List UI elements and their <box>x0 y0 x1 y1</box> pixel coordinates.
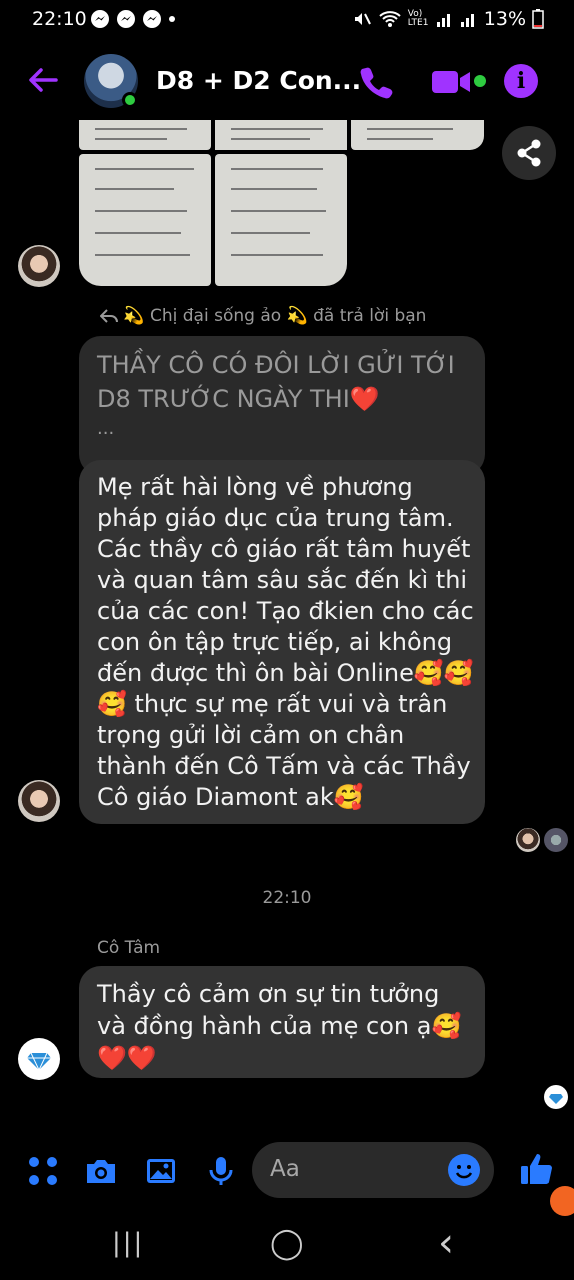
phone-icon[interactable] <box>358 64 394 100</box>
sender-avatar[interactable] <box>18 1038 60 1080</box>
online-indicator <box>122 92 138 108</box>
reply-note: 💫 Chị đại sống ảo 💫 đã trả lời bạn <box>99 306 427 326</box>
camera-icon[interactable] <box>84 1154 118 1188</box>
message-line: ❤️❤️ <box>97 1044 157 1072</box>
video-active-indicator <box>474 75 486 87</box>
chat-header: D8 + D2 Con... i <box>0 40 574 124</box>
message-bubble[interactable]: Thầy cô cảm ơn sự tin tưởng và đồng hành… <box>79 966 485 1078</box>
message-input[interactable]: Aa <box>252 1142 494 1198</box>
message-line: đến được thì ôn bài Online🥰🥰 <box>97 659 474 687</box>
seen-avatar <box>516 828 540 852</box>
status-bar: 22:10 Vo) LTE1 13% <box>0 0 574 40</box>
image-icon[interactable] <box>144 1154 178 1188</box>
microphone-icon[interactable] <box>204 1154 238 1188</box>
reply-note-text: Chị đại sống ảo 💫 đã trả lời bạn <box>149 306 427 326</box>
sender-name: Cô Tâm <box>97 938 161 958</box>
sender-avatar[interactable] <box>18 780 60 822</box>
recents-button[interactable]: ||| <box>112 1228 144 1258</box>
message-line: trọng gửi lời cảm on chân <box>97 721 405 749</box>
message-line: Các thầy cô giáo rất tâm huyết <box>97 535 471 563</box>
reply-note-prefix: 💫 <box>123 306 145 326</box>
seen-avatar <box>544 1085 568 1109</box>
quoted-line: THẦY CÔ CÓ ĐÔI LỜI GỬI TỚI <box>97 351 455 379</box>
quoted-line: D8 TRƯỚC NGÀY THI❤️ <box>97 382 467 416</box>
shared-photo[interactable] <box>79 154 211 286</box>
seen-receipts <box>516 828 568 852</box>
message-line: 🥰 thực sự mẹ rất vui và trân <box>97 690 448 718</box>
shared-photo[interactable] <box>351 120 484 150</box>
messenger-notification-icon <box>117 10 135 28</box>
quoted-message[interactable]: THẦY CÔ CÓ ĐÔI LỜI GỬI TỚI D8 TRƯỚC NGÀY… <box>79 336 485 476</box>
message-line: Thầy cô cảm ơn sự tin tưởng <box>97 980 440 1008</box>
message-timestamp: 22:10 <box>262 888 312 908</box>
status-time: 22:10 <box>32 8 87 30</box>
notification-icons <box>90 9 176 29</box>
message-bubble[interactable]: Mẹ rất hài lòng về phương pháp giáo dục … <box>79 460 485 824</box>
status-right: Vo) LTE1 13% <box>352 8 544 30</box>
message-line: con ôn tập trực tiếp, ai không <box>97 628 453 656</box>
diamond-logo-icon <box>549 1094 563 1104</box>
network-label: Vo) LTE1 <box>407 9 429 28</box>
signal-icon <box>460 14 474 27</box>
share-button[interactable] <box>502 126 556 180</box>
seen-avatar <box>544 828 568 852</box>
share-icon <box>517 139 541 167</box>
signal-icon <box>436 14 450 27</box>
info-icon[interactable]: i <box>504 64 538 98</box>
message-line: Mẹ rất hài lòng về phương <box>97 473 413 501</box>
messenger-notification-icon <box>91 10 109 28</box>
system-navigation-bar: ||| ◯ ‹ <box>0 1210 574 1280</box>
emoji-icon[interactable] <box>448 1154 480 1186</box>
home-button[interactable]: ◯ <box>270 1226 304 1261</box>
message-line: và đồng hành của mẹ con ạ🥰 <box>97 1012 462 1040</box>
battery-percent: 13% <box>483 8 526 30</box>
grid-menu-icon[interactable] <box>26 1154 60 1188</box>
quoted-line: ... <box>97 418 115 439</box>
nav-back-button[interactable]: ‹ <box>438 1220 454 1266</box>
battery-icon <box>532 9 544 29</box>
back-arrow-icon[interactable] <box>24 62 60 98</box>
message-line: và quan tâm sâu sắc đến kì thi <box>97 566 468 594</box>
video-camera-icon[interactable] <box>430 66 474 98</box>
dot-icon <box>169 16 175 22</box>
shared-photo[interactable] <box>79 120 211 150</box>
diamond-logo-icon <box>27 1052 51 1071</box>
shared-photo[interactable] <box>215 154 347 286</box>
message-line: của các con! Tạo đkien cho các <box>97 597 474 625</box>
message-composer: Aa <box>0 1136 574 1206</box>
shared-photo[interactable] <box>215 120 347 150</box>
messenger-notification-icon <box>143 10 161 28</box>
thumbs-up-icon[interactable] <box>518 1150 556 1188</box>
wifi-icon <box>379 11 401 27</box>
mute-icon <box>354 13 371 25</box>
message-line: thành đến Cô Tấm và các Thầy <box>97 752 471 780</box>
message-line: Cô giáo Diamont ak🥰 <box>97 783 364 811</box>
message-input-placeholder: Aa <box>270 1156 300 1182</box>
reply-arrow-icon <box>99 309 118 323</box>
sender-avatar[interactable] <box>18 245 60 287</box>
message-line: pháp giáo dục của trung tâm. <box>97 504 454 532</box>
heart-emoji: ❤️ <box>349 385 380 413</box>
quoted-line-text: D8 TRƯỚC NGÀY THI <box>97 385 350 413</box>
chat-title[interactable]: D8 + D2 Con... <box>156 66 361 95</box>
